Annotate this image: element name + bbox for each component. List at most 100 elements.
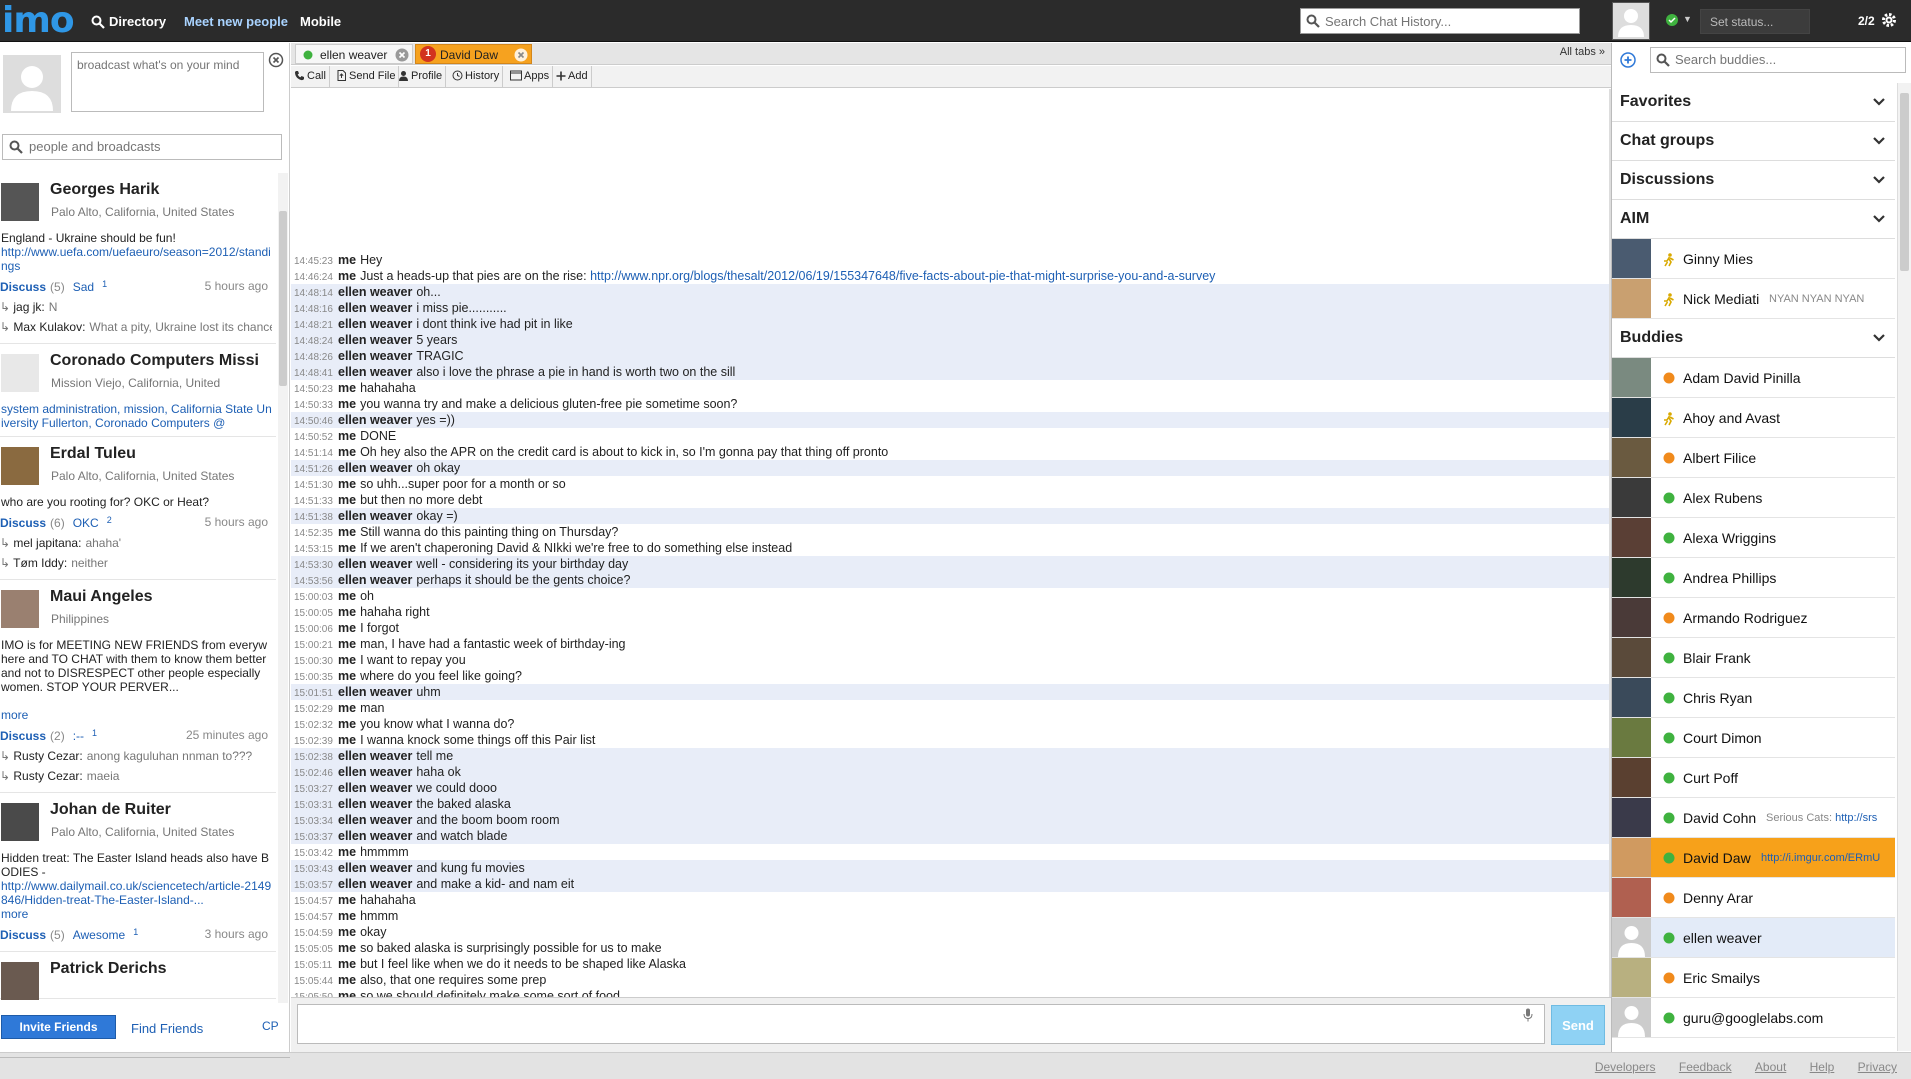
feed-item[interactable]: Erdal Tuleu Palo Alto, California, United… bbox=[0, 437, 276, 580]
buddy-item[interactable]: Chris Ryan bbox=[1612, 678, 1895, 718]
buddy-item[interactable]: Alexa Wriggins bbox=[1612, 518, 1895, 558]
footer-link-developers[interactable]: Developers bbox=[1595, 1060, 1656, 1074]
message-sender[interactable]: ellen weaver bbox=[338, 781, 412, 795]
all-tabs-link[interactable]: All tabs » bbox=[1560, 46, 1605, 58]
message-sender[interactable]: me bbox=[338, 381, 356, 395]
message-sender[interactable]: me bbox=[338, 733, 356, 747]
message-sender[interactable]: ellen weaver bbox=[338, 685, 412, 699]
nav-directory[interactable]: Directory bbox=[91, 14, 166, 29]
status-link[interactable]: http://srs bbox=[1835, 812, 1877, 824]
buddy-group-header[interactable]: Favorites bbox=[1612, 83, 1895, 122]
buddy-item[interactable]: Court Dimon bbox=[1612, 718, 1895, 758]
message-sender[interactable]: me bbox=[338, 525, 356, 539]
send-file-button[interactable]: Send File bbox=[333, 66, 400, 87]
discuss-link[interactable]: Discuss bbox=[0, 516, 46, 530]
message-sender[interactable]: me bbox=[338, 493, 356, 507]
scrollbar-thumb[interactable] bbox=[279, 211, 287, 386]
message-sender[interactable]: me bbox=[338, 445, 356, 459]
message-sender[interactable]: ellen weaver bbox=[338, 557, 412, 571]
feed-avatar[interactable] bbox=[1, 354, 39, 392]
buddy-item[interactable]: ellen weaver bbox=[1612, 918, 1895, 958]
buddy-group-header[interactable]: Chat groups bbox=[1612, 122, 1895, 161]
my-avatar[interactable] bbox=[1612, 2, 1650, 40]
add-buddy-icon[interactable] bbox=[1620, 52, 1636, 68]
message-sender[interactable]: me bbox=[338, 605, 356, 619]
find-friends-link[interactable]: Find Friends bbox=[131, 1021, 203, 1036]
reaction-tag[interactable]: Awesome bbox=[73, 928, 125, 942]
buddy-item[interactable]: Andrea Phillips bbox=[1612, 558, 1895, 598]
invite-friends-button[interactable]: Invite Friends bbox=[1, 1015, 116, 1039]
message-sender[interactable]: me bbox=[338, 541, 356, 555]
message-sender[interactable]: me bbox=[338, 845, 356, 859]
message-sender[interactable]: ellen weaver bbox=[338, 749, 412, 763]
send-button[interactable]: Send bbox=[1551, 1005, 1605, 1045]
message-sender[interactable]: ellen weaver bbox=[338, 349, 412, 363]
message-sender[interactable]: ellen weaver bbox=[338, 413, 412, 427]
chat-history-search[interactable] bbox=[1300, 8, 1580, 34]
reaction-tag[interactable]: OKC bbox=[73, 516, 99, 530]
more-link[interactable]: more bbox=[1, 907, 28, 921]
discuss-link[interactable]: Discuss bbox=[0, 928, 46, 942]
feed-avatar[interactable] bbox=[1, 962, 39, 1000]
status-link[interactable]: http://i.imgur.com/ERmU bbox=[1761, 852, 1880, 864]
comment-author[interactable]: mel japitana: bbox=[13, 536, 81, 550]
feed-item[interactable]: Johan de Ruiter Palo Alto, California, Un… bbox=[0, 793, 276, 952]
status-online-icon[interactable] bbox=[1665, 13, 1679, 27]
message-sender[interactable]: me bbox=[338, 669, 356, 683]
message-sender[interactable]: me bbox=[338, 717, 356, 731]
nav-meet-new-people[interactable]: Meet new people bbox=[184, 14, 288, 29]
close-icon[interactable] bbox=[268, 52, 284, 68]
buddy-search[interactable] bbox=[1650, 47, 1906, 73]
message-sender[interactable]: ellen weaver bbox=[338, 317, 412, 331]
feed-item[interactable]: Patrick Derichs bbox=[0, 952, 276, 1000]
buddy-scrollbar[interactable] bbox=[1897, 83, 1911, 1051]
microphone-icon[interactable] bbox=[1523, 1008, 1533, 1022]
set-status-field[interactable]: Set status... bbox=[1700, 9, 1810, 34]
buddy-group-header[interactable]: AIM bbox=[1612, 200, 1895, 239]
buddy-group-header[interactable]: Discussions bbox=[1612, 161, 1895, 200]
comment-author[interactable]: Rusty Cezar: bbox=[13, 769, 82, 783]
message-link[interactable]: http://www.npr.org/blogs/thesalt/2012/06… bbox=[590, 269, 1215, 283]
reaction-tag[interactable]: :-- bbox=[73, 729, 84, 743]
buddy-item[interactable]: David Cohn Serious Cats: http://srs bbox=[1612, 798, 1895, 838]
feed-link[interactable]: http://www.dailymail.co.uk/sciencetech/a… bbox=[1, 879, 271, 907]
message-sender[interactable]: me bbox=[338, 477, 356, 491]
message-sender[interactable]: ellen weaver bbox=[338, 813, 412, 827]
message-sender[interactable]: ellen weaver bbox=[338, 829, 412, 843]
call-button[interactable]: Call bbox=[291, 66, 330, 87]
discuss-link[interactable]: Discuss bbox=[0, 729, 46, 743]
buddy-item[interactable]: Denny Arar bbox=[1612, 878, 1895, 918]
discuss-link[interactable]: Discuss bbox=[0, 280, 46, 294]
buddy-item[interactable]: Armando Rodriguez bbox=[1612, 598, 1895, 638]
message-input[interactable] bbox=[297, 1004, 1545, 1044]
comment-author[interactable]: Rusty Cezar: bbox=[13, 749, 82, 763]
message-sender[interactable]: ellen weaver bbox=[338, 765, 412, 779]
feed-item[interactable]: Maui Angeles Philippines IMO is for MEETIN… bbox=[0, 580, 276, 793]
message-sender[interactable]: ellen weaver bbox=[338, 861, 412, 875]
message-sender[interactable]: ellen weaver bbox=[338, 797, 412, 811]
comment-author[interactable]: Tøm Iddy: bbox=[13, 556, 67, 570]
feed-author-name[interactable]: Johan de Ruiter bbox=[50, 801, 276, 819]
feed-item[interactable]: Georges Harik Palo Alto, California, Unit… bbox=[0, 173, 276, 344]
message-sender[interactable]: ellen weaver bbox=[338, 573, 412, 587]
chat-history-search-input[interactable] bbox=[1325, 12, 1575, 31]
comment-author[interactable]: jag jk: bbox=[13, 300, 44, 314]
message-sender[interactable]: ellen weaver bbox=[338, 301, 412, 315]
message-sender[interactable]: me bbox=[338, 253, 356, 267]
feed-avatar[interactable] bbox=[1, 183, 39, 221]
message-sender[interactable]: me bbox=[338, 701, 356, 715]
message-sender[interactable]: me bbox=[338, 589, 356, 603]
close-icon[interactable] bbox=[514, 48, 528, 62]
message-sender[interactable]: ellen weaver bbox=[338, 365, 412, 379]
message-sender[interactable]: me bbox=[338, 925, 356, 939]
message-sender[interactable]: me bbox=[338, 429, 356, 443]
imo-logo[interactable]: imo bbox=[2, 1, 75, 41]
message-sender[interactable]: me bbox=[338, 397, 356, 411]
more-link[interactable]: more bbox=[1, 708, 28, 722]
feed-author-name[interactable]: Coronado Computers Missi bbox=[50, 352, 276, 370]
buddy-item[interactable]: Ginny Mies bbox=[1612, 239, 1895, 279]
buddy-item[interactable]: Adam David Pinilla bbox=[1612, 358, 1895, 398]
nav-mobile[interactable]: Mobile bbox=[300, 14, 341, 29]
buddy-item[interactable]: Nick Mediati NYAN NYAN NYAN bbox=[1612, 279, 1895, 319]
message-sender[interactable]: me bbox=[338, 637, 356, 651]
